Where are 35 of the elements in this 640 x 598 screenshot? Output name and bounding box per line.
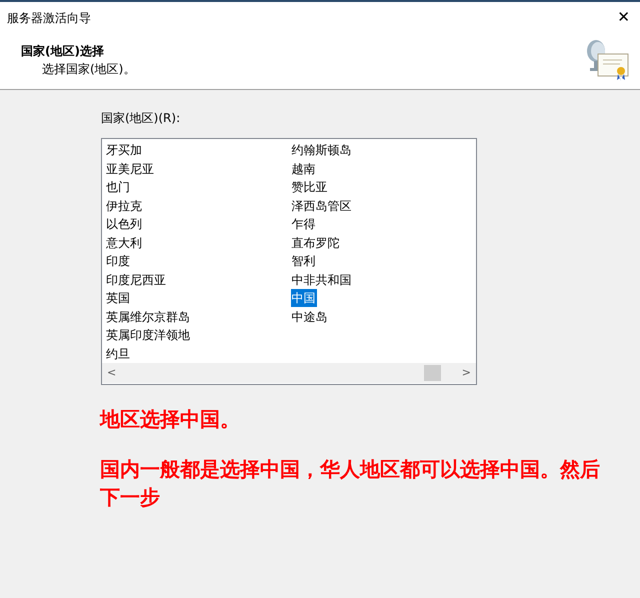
country-item[interactable]: 智利 (290, 252, 316, 270)
country-item[interactable]: 英属维尔京群岛 (105, 308, 191, 326)
country-item[interactable]: 也门 (105, 178, 131, 196)
country-item[interactable]: 意大利 (105, 234, 143, 252)
country-item[interactable]: 约旦 (105, 344, 131, 362)
country-item[interactable]: 英属印度洋领地 (105, 326, 191, 344)
annotation-text: 地区选择中国。 (100, 406, 241, 433)
country-item[interactable]: 英国 (105, 289, 131, 307)
country-item[interactable]: 印度 (105, 252, 131, 270)
country-item[interactable]: 乍得 (290, 215, 316, 233)
annotation-text: 国内一般都是选择中国，华人地区都可以选择中国。然后下一步 (100, 456, 600, 511)
country-item[interactable]: 越南 (290, 160, 316, 178)
page-heading: 国家(地区)选择 (21, 43, 105, 60)
list-label: 国家(地区)(R): (101, 110, 182, 127)
scrollbar-thumb[interactable] (424, 365, 441, 381)
scroll-right-button[interactable]: > (462, 364, 471, 382)
scroll-left-button[interactable]: < (107, 364, 116, 382)
country-item[interactable]: 中国 (290, 289, 316, 307)
close-button[interactable]: ✕ (617, 10, 630, 25)
country-item[interactable]: 约翰斯顿岛 (290, 141, 352, 159)
window-title: 服务器激活向导 (7, 10, 91, 26)
country-item[interactable]: 亚美尼亚 (105, 160, 155, 178)
country-item[interactable]: 直布罗陀 (290, 234, 340, 252)
country-item[interactable]: 以色列 (105, 215, 143, 233)
monitor-certificate-icon (584, 37, 630, 83)
country-item[interactable]: 中非共和国 (290, 270, 352, 288)
country-item[interactable]: 伊拉克 (105, 196, 143, 214)
country-item[interactable]: 泽西岛管区 (290, 196, 352, 214)
horizontal-scrollbar[interactable]: < > (102, 363, 476, 383)
country-item[interactable]: 牙买加 (105, 141, 143, 159)
country-item[interactable]: 赞比亚 (290, 178, 328, 196)
page-subtitle: 选择国家(地区)。 (41, 61, 136, 78)
country-item[interactable]: 中途岛 (290, 308, 328, 326)
country-item[interactable]: 印度尼西亚 (105, 270, 167, 288)
country-list[interactable]: 牙买加 亚美尼亚 也门 伊拉克 以色列 意大利 印度 印度尼西亚 英国 英属维尔京群岛 英属印度洋领地 约旦 约翰斯顿岛 越南 赞比亚 泽西岛管区 乍得 直布罗陀 智利 中非共和国 中国 中途岛 < > (101, 138, 477, 385)
